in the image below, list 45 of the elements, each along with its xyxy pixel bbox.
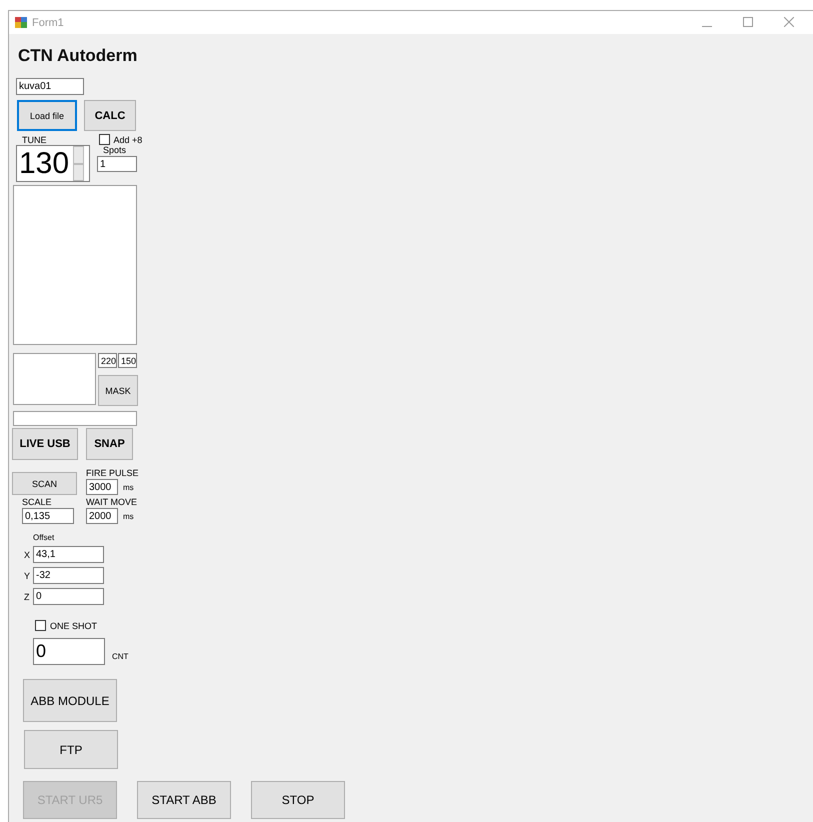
wait-move-field[interactable]: 2000 [86,508,118,524]
mask-height-field[interactable]: 150 [118,353,137,368]
snap-button[interactable]: SNAP [86,428,133,460]
abb-module-button[interactable]: ABB MODULE [23,679,117,722]
axis-label: Z [24,592,30,602]
mask-button[interactable]: MASK [98,375,138,406]
image-list-box[interactable] [13,185,137,345]
scale-field[interactable]: 0,135 [22,508,74,524]
mask-width-field[interactable]: 220 [98,353,117,368]
checkbox-label: Add +8 [114,134,142,144]
counter-field[interactable]: 0 [33,638,105,665]
spinner-arrows-icon[interactable] [73,146,84,181]
action-button[interactable]: STOP [251,781,345,819]
fire-pulse-label: FIRE PULSE [86,468,139,478]
offset-field[interactable]: 43,1 [33,546,104,563]
ftp-button[interactable]: FTP [24,730,118,769]
app-icon [15,17,27,28]
spots-label: Spots [103,145,126,155]
checkbox[interactable] [98,134,110,145]
live-usb-button[interactable]: LIVE USB [12,428,78,460]
checkbox-label: ONE SHOT [50,620,98,630]
action-button[interactable]: START ABB [137,781,231,819]
axis-label: X [24,550,30,560]
close-icon[interactable] [784,17,794,27]
checkbox[interactable] [35,620,46,631]
fire-pulse-field[interactable]: 3000 [86,479,118,495]
spots-field[interactable]: 1 [97,156,137,172]
counter-label: CNT [112,652,128,661]
offset-field[interactable]: 0 [33,588,104,605]
app-heading: CTN Autoderm [18,46,138,66]
offset-field[interactable]: -32 [33,567,104,584]
axis-label: Y [24,570,30,580]
load-file-button[interactable]: Load file [17,100,77,131]
empty-field[interactable] [13,411,137,426]
scale-label: SCALE [22,497,52,507]
unit-label: ms [123,512,134,520]
offset-label: Offset [33,533,54,542]
file-name-field[interactable]: kuva01 [16,78,84,95]
window-title: Form1 [32,16,65,28]
tune-label: TUNE [22,134,46,144]
unit-label: ms [123,482,134,492]
calc-button[interactable]: CALC [84,100,136,131]
wait-move-label: WAIT MOVE [86,497,138,507]
scan-button[interactable]: SCAN [12,472,77,495]
maximize-icon[interactable] [743,17,753,27]
